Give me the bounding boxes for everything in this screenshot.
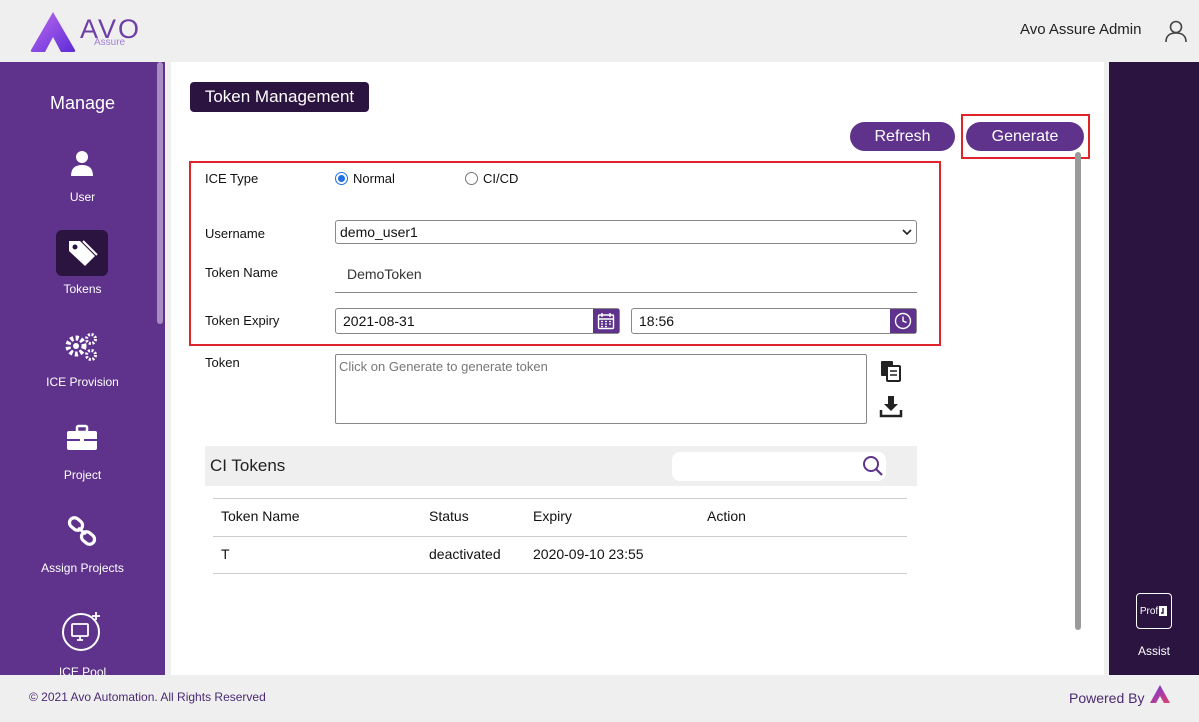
column-header-expiry: Expiry bbox=[533, 508, 572, 524]
table-header-border bbox=[213, 536, 907, 537]
token-textarea[interactable]: Click on Generate to generate token bbox=[335, 354, 867, 424]
calendar-button[interactable] bbox=[593, 309, 619, 333]
right-panel bbox=[1109, 62, 1199, 675]
expiry-time-value: 18:56 bbox=[639, 313, 675, 329]
copyright-text: © 2021 Avo Automation. All Rights Reserv… bbox=[29, 690, 266, 704]
avo-small-logo-icon bbox=[1150, 685, 1170, 703]
cell-expiry: 2020-09-10 23:55 bbox=[533, 546, 644, 562]
expiry-date-input[interactable]: 2021-08-31 bbox=[335, 308, 620, 334]
sidebar-title: Manage bbox=[49, 93, 116, 113]
table-bottom-border bbox=[213, 573, 907, 574]
user-icon bbox=[56, 140, 108, 186]
cell-status: deactivated bbox=[429, 546, 501, 562]
expiry-time-input[interactable]: 18:56 bbox=[631, 308, 917, 334]
avo-logo[interactable]: AVO Assure bbox=[28, 10, 139, 54]
tag-icon bbox=[56, 230, 108, 276]
document-icon bbox=[1159, 606, 1168, 616]
sidebar-item-label: ICE Provision bbox=[46, 375, 119, 389]
username-select[interactable]: demo_user1 bbox=[335, 220, 917, 244]
briefcase-icon bbox=[56, 415, 108, 461]
powered-by-text: Powered By bbox=[1069, 690, 1145, 706]
chevron-down-icon bbox=[902, 229, 912, 236]
radio-cicd-label[interactable]: CI/CD bbox=[483, 171, 518, 186]
radio-normal-button[interactable] bbox=[335, 172, 348, 185]
sidebar-item-label: Tokens bbox=[63, 282, 102, 296]
token-name-input[interactable]: DemoToken bbox=[347, 266, 422, 282]
username-select-value: demo_user1 bbox=[340, 224, 418, 240]
column-header-action: Action bbox=[707, 508, 746, 524]
top-header: AVO Assure Avo Assure Admin bbox=[0, 0, 1199, 62]
token-name-underline bbox=[335, 292, 917, 293]
page-title: Token Management bbox=[190, 82, 369, 112]
clock-icon bbox=[894, 312, 912, 330]
clock-button[interactable] bbox=[890, 309, 916, 333]
ice-type-label: ICE Type bbox=[205, 171, 259, 186]
cell-token-name: T bbox=[221, 546, 230, 562]
token-label: Token bbox=[205, 355, 240, 370]
expiry-date-value: 2021-08-31 bbox=[343, 313, 415, 329]
sidebar-item-label: ICE Pool bbox=[58, 665, 107, 675]
avo-logo-icon bbox=[30, 12, 76, 52]
search-icon[interactable] bbox=[862, 455, 884, 477]
ci-tokens-search-input[interactable] bbox=[672, 452, 886, 481]
main-scrollbar[interactable] bbox=[1075, 152, 1081, 630]
column-header-token-name: Token Name bbox=[221, 508, 300, 524]
sidebar-item-label: Assign Projects bbox=[41, 561, 124, 575]
user-name[interactable]: Avo Assure Admin bbox=[1020, 21, 1141, 38]
token-name-label: Token Name bbox=[205, 265, 278, 280]
calendar-icon bbox=[597, 313, 615, 330]
gears-icon bbox=[56, 324, 108, 370]
prof-assist-button[interactable]: Prof bbox=[1136, 593, 1172, 629]
column-header-status: Status bbox=[429, 508, 469, 524]
radio-normal-label[interactable]: Normal bbox=[353, 171, 395, 186]
assist-label[interactable]: Assist bbox=[1109, 644, 1199, 658]
prof-label: Prof bbox=[1139, 605, 1159, 617]
logo-subtext: Assure bbox=[94, 37, 126, 48]
ice-pool-icon bbox=[56, 608, 108, 654]
radio-cicd-button[interactable] bbox=[465, 172, 478, 185]
ci-tokens-title: CI Tokens bbox=[210, 456, 286, 475]
table-top-border bbox=[213, 498, 907, 499]
copy-icon[interactable] bbox=[879, 359, 903, 383]
download-icon[interactable] bbox=[879, 394, 903, 418]
sidebar-item-label: Project bbox=[63, 468, 102, 482]
token-expiry-label: Token Expiry bbox=[205, 313, 280, 328]
user-profile-icon[interactable] bbox=[1164, 19, 1188, 43]
generate-button[interactable]: Generate bbox=[966, 122, 1084, 151]
sidebar-item-label: User bbox=[69, 190, 96, 204]
username-label: Username bbox=[205, 226, 265, 241]
link-icon bbox=[56, 508, 108, 554]
sidebar: Manage User Tokens ICE Provision Project bbox=[0, 62, 165, 675]
refresh-button[interactable]: Refresh bbox=[850, 122, 955, 151]
